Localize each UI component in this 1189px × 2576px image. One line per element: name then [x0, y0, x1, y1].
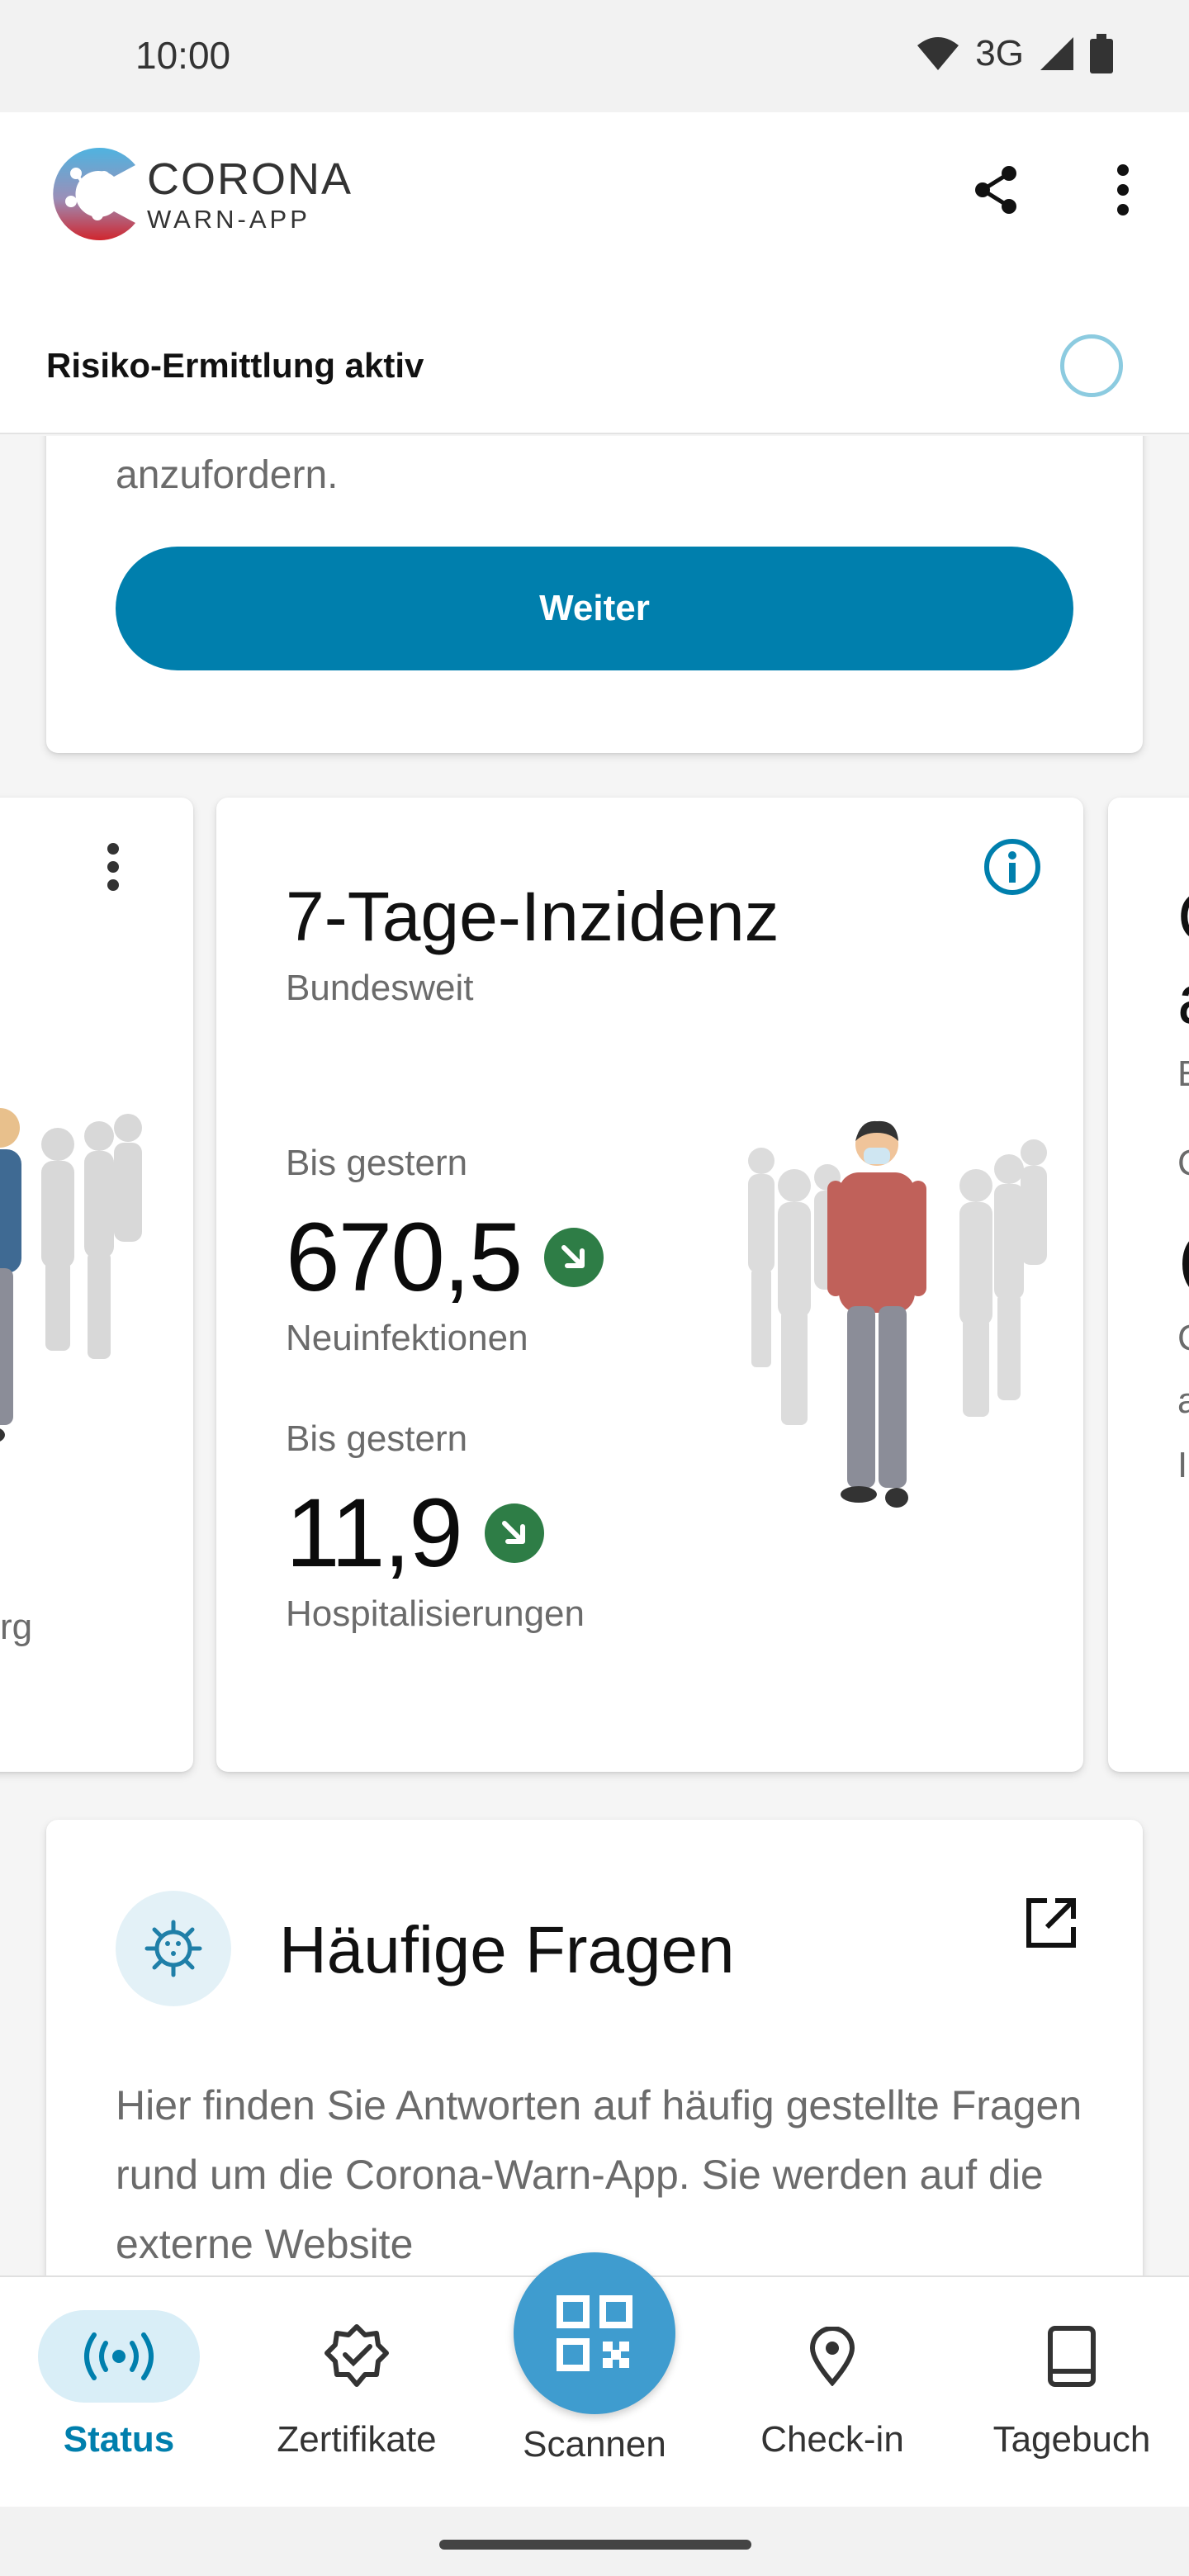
masked-person-illustration [748, 1120, 1047, 1508]
incidence-value: 670,5 [286, 1209, 604, 1306]
virus-icon [116, 1891, 231, 2006]
hospital-value: 11,9 [286, 1485, 544, 1582]
next-card-partial-line: C [1177, 1143, 1189, 1184]
nav-label-certificates: Zertifikate [277, 2419, 437, 2460]
home-scroll-content[interactable]: anzufordern. Weiter rg 7-Tage-Inzidenz B… [0, 436, 1189, 2277]
network-type: 3G [975, 33, 1024, 73]
system-navigation-bar [0, 2507, 1189, 2576]
corona-logo-icon [53, 148, 135, 240]
next-card-partial-line: a [1177, 1380, 1189, 1421]
info-icon [984, 839, 1040, 895]
risk-status-label: Risiko-Ermittlung aktiv [46, 346, 424, 385]
next-card-partial-line: C [1177, 1318, 1189, 1359]
trend-down-icon [544, 1228, 604, 1287]
nav-item-status[interactable]: Status [12, 2310, 226, 2492]
header-actions [963, 157, 1156, 223]
nav-label-scan[interactable]: Scannen [479, 2424, 710, 2465]
location-pin-icon [751, 2310, 913, 2403]
hospital-caption: Hospitalisierungen [286, 1593, 585, 1634]
signal-icon [1040, 37, 1073, 70]
risk-status-row[interactable]: Risiko-Ermittlung aktiv [46, 329, 1123, 403]
next-card-partial-line: C [1177, 877, 1189, 957]
status-icons: 3G [916, 33, 1113, 74]
hospital-number: 11,9 [286, 1479, 463, 1588]
incidence-value-label: Bis gestern [286, 1143, 468, 1183]
hospital-value-label: Bis gestern [286, 1418, 468, 1459]
incidence-caption: Neuinfektionen [286, 1318, 528, 1358]
stat-card-partial-text: rg [0, 1607, 33, 1647]
continue-button[interactable]: Weiter [116, 547, 1073, 670]
system-status-bar: 10:00 3G [0, 0, 1189, 112]
next-card-partial-line: C [1177, 1209, 1189, 1321]
incidence-title: 7-Tage-Inzidenz [286, 878, 779, 955]
more-vert-icon [107, 843, 119, 891]
status-time: 10:00 [135, 34, 231, 77]
share-icon [975, 166, 1016, 214]
book-icon [991, 2310, 1153, 2403]
scan-fab-button[interactable] [514, 2252, 675, 2414]
test-card-text: anzufordern. [116, 453, 339, 497]
stat-card-previous[interactable]: rg [0, 798, 193, 1772]
app-header: CORONA WARN-APP Risiko-Ermittlung aktiv [0, 112, 1189, 434]
stat-card-next[interactable]: C a E C C C a I [1108, 798, 1189, 1772]
nav-item-diary[interactable]: Tagebuch [964, 2310, 1179, 2492]
trend-down-icon [484, 1503, 544, 1563]
battery-icon [1090, 34, 1113, 73]
next-card-partial-line: E [1177, 1054, 1189, 1095]
faq-title: Häufige Fragen [279, 1913, 735, 1986]
nav-label-status: Status [63, 2419, 175, 2460]
faq-description: Hier finden Sie Antworten auf häufig ges… [116, 2082, 1082, 2267]
test-card: anzufordern. Weiter [46, 436, 1143, 753]
faq-card[interactable]: Häufige Fragen Hier finden Sie Antworten… [46, 1820, 1143, 2277]
status-radio-icon [38, 2310, 200, 2403]
info-button[interactable] [983, 837, 1042, 901]
nav-label-diary: Tagebuch [992, 2419, 1151, 2460]
next-card-partial-line: I [1177, 1445, 1188, 1485]
risk-progress-indicator [1060, 334, 1123, 397]
external-link-button[interactable] [1022, 1894, 1080, 1956]
people-illustration [0, 1108, 142, 1442]
qr-code-icon [557, 2295, 632, 2371]
nav-label-check-in: Check-in [760, 2419, 904, 2460]
app-logo: CORONA WARN-APP [46, 140, 353, 248]
incidence-card[interactable]: 7-Tage-Inzidenz Bundesweit Bis gestern 6… [216, 798, 1083, 1772]
share-button[interactable] [963, 157, 1029, 223]
external-link-icon [1026, 1898, 1076, 1948]
incidence-subtitle: Bundesweit [286, 968, 474, 1008]
logo-title: CORONA [147, 154, 353, 204]
logo-subtitle: WARN-APP [147, 204, 310, 234]
overflow-menu-button[interactable] [1090, 157, 1156, 223]
nav-item-certificates[interactable]: Zertifikate [249, 2310, 464, 2492]
wifi-icon [917, 37, 959, 70]
certificate-check-icon [276, 2310, 438, 2403]
stat-card-menu-button[interactable] [106, 842, 121, 896]
next-card-partial-line: a [1177, 959, 1189, 1039]
nav-item-check-in[interactable]: Check-in [725, 2310, 940, 2492]
incidence-number: 670,5 [286, 1203, 523, 1312]
more-vert-icon [1117, 164, 1129, 215]
home-gesture-handle[interactable] [439, 2540, 751, 2550]
